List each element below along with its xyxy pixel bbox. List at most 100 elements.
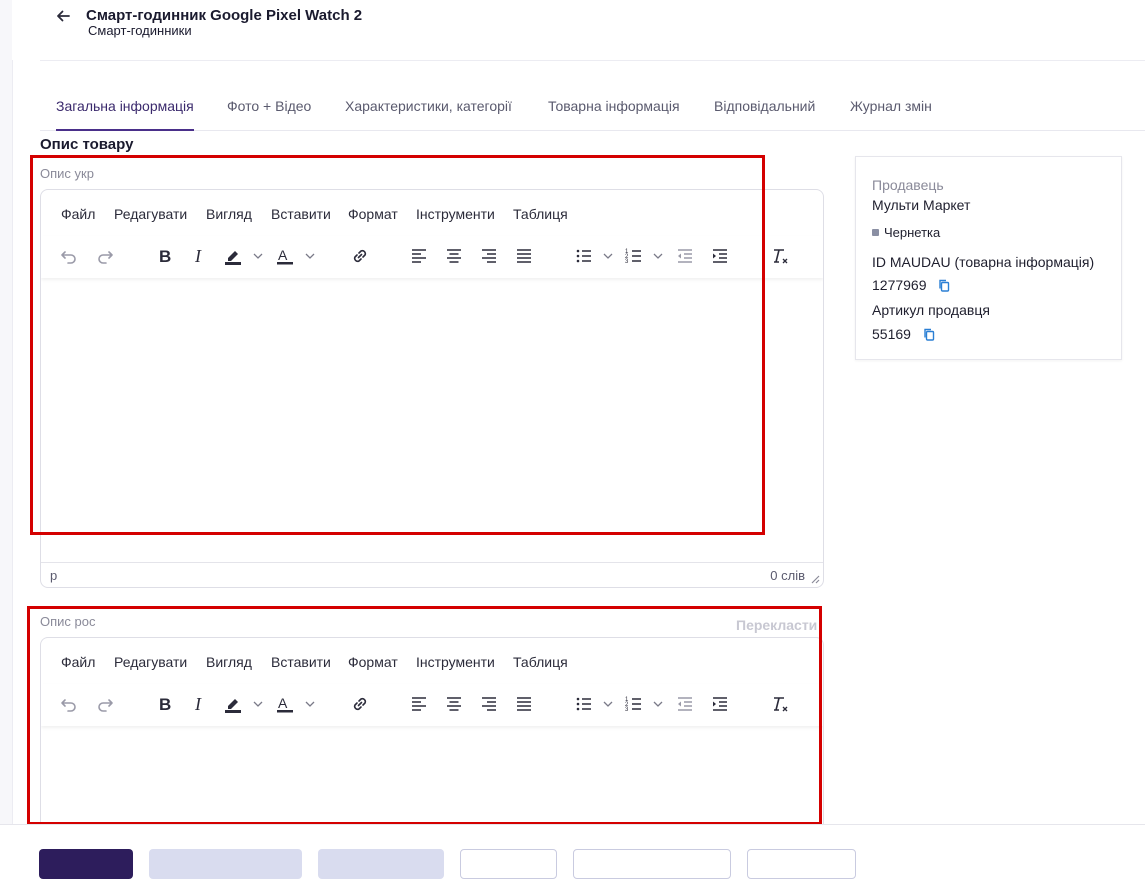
redo-button[interactable] xyxy=(91,242,119,270)
translate-button[interactable]: Перекласти xyxy=(736,617,817,633)
indent-icon xyxy=(713,249,727,263)
sku-value: 55169 xyxy=(872,326,911,342)
align-justify-button[interactable] xyxy=(510,690,538,718)
back-button[interactable] xyxy=(53,6,73,26)
highlight-color-button[interactable] xyxy=(219,690,247,718)
footer-outline-button-3[interactable] xyxy=(747,849,856,879)
maudau-id-label: ID MAUDAU (товарна інформація) xyxy=(872,254,1095,270)
indent-button[interactable] xyxy=(706,242,734,270)
menu-file[interactable]: Файл xyxy=(61,654,95,670)
align-center-button[interactable] xyxy=(440,690,468,718)
align-left-button[interactable] xyxy=(405,690,433,718)
align-right-button[interactable] xyxy=(475,690,503,718)
footer-secondary-button[interactable] xyxy=(149,849,302,879)
italic-icon: I xyxy=(194,246,202,266)
maudau-id-row: 1277969 xyxy=(872,277,950,293)
resize-handle-icon[interactable] xyxy=(810,574,820,584)
svg-text:A: A xyxy=(278,695,288,711)
numbered-list-button[interactable]: 123 xyxy=(620,242,648,270)
link-button[interactable] xyxy=(346,242,374,270)
tab-characteristics[interactable]: Характеристики, категорії xyxy=(345,98,512,129)
menu-insert[interactable]: Вставити xyxy=(271,654,331,670)
redo-button[interactable] xyxy=(91,690,119,718)
highlight-color-button[interactable] xyxy=(219,242,247,270)
menu-view[interactable]: Вигляд xyxy=(206,654,252,670)
highlight-color-dropdown-icon[interactable] xyxy=(251,690,265,718)
menu-tools[interactable]: Інструменти xyxy=(416,654,495,670)
description-editor-ukr[interactable]: Файл Редагувати Вигляд Вставити Формат І… xyxy=(40,189,824,588)
align-justify-button[interactable] xyxy=(510,242,538,270)
copy-icon[interactable] xyxy=(923,328,935,341)
tab-product-info[interactable]: Товарна інформація xyxy=(548,98,680,129)
editor-toolbar: B I A 123 xyxy=(41,236,823,278)
editor-menubar: Файл Редагувати Вигляд Вставити Формат І… xyxy=(41,190,823,236)
undo-button[interactable] xyxy=(55,242,83,270)
bold-button[interactable]: B xyxy=(151,242,179,270)
bullet-list-button[interactable] xyxy=(570,690,598,718)
menu-view[interactable]: Вигляд xyxy=(206,206,252,222)
link-button[interactable] xyxy=(346,690,374,718)
tab-photo-video[interactable]: Фото + Відео xyxy=(227,98,311,129)
outdent-button[interactable] xyxy=(671,690,699,718)
menu-format[interactable]: Формат xyxy=(348,654,398,670)
editor-content-area[interactable] xyxy=(41,728,823,828)
menu-table[interactable]: Таблиця xyxy=(513,654,568,670)
bullet-list-icon xyxy=(576,697,591,711)
menu-file[interactable]: Файл xyxy=(61,206,95,222)
bullet-list-icon xyxy=(576,249,591,263)
tab-responsible[interactable]: Відповідальний xyxy=(714,98,815,129)
menu-insert[interactable]: Вставити xyxy=(271,206,331,222)
svg-text:B: B xyxy=(159,695,171,714)
text-color-dropdown-icon[interactable] xyxy=(303,242,317,270)
element-path[interactable]: p xyxy=(50,568,57,583)
tab-change-log[interactable]: Журнал змін xyxy=(850,98,932,129)
menu-edit[interactable]: Редагувати xyxy=(114,654,187,670)
italic-button[interactable]: I xyxy=(185,690,213,718)
numbered-list-dropdown-icon[interactable] xyxy=(651,690,665,718)
menu-table[interactable]: Таблиця xyxy=(513,206,568,222)
indent-button[interactable] xyxy=(706,690,734,718)
menu-tools[interactable]: Інструменти xyxy=(416,206,495,222)
italic-icon: I xyxy=(194,694,202,714)
bullet-list-dropdown-icon[interactable] xyxy=(601,690,615,718)
numbered-list-icon: 123 xyxy=(625,249,641,265)
editor-content-area[interactable] xyxy=(41,280,823,562)
clear-format-button[interactable] xyxy=(766,690,794,718)
numbered-list-icon: 123 xyxy=(625,697,641,713)
description-editor-ros[interactable]: Файл Редагувати Вигляд Вставити Формат І… xyxy=(40,637,824,828)
numbered-list-dropdown-icon[interactable] xyxy=(651,242,665,270)
word-count[interactable]: 0 слів xyxy=(770,568,805,583)
text-color-button[interactable]: A xyxy=(271,242,299,270)
footer-outline-button[interactable] xyxy=(460,849,557,879)
italic-button[interactable]: I xyxy=(185,242,213,270)
footer-outline-button-2[interactable] xyxy=(573,849,731,879)
section-title: Опис товару xyxy=(40,136,134,153)
tab-general-info[interactable]: Загальна інформація xyxy=(56,98,194,131)
bullet-list-button[interactable] xyxy=(570,242,598,270)
align-left-icon xyxy=(412,697,426,711)
menu-edit[interactable]: Редагувати xyxy=(114,206,187,222)
highlight-color-dropdown-icon[interactable] xyxy=(251,242,265,270)
bold-button[interactable]: B xyxy=(151,690,179,718)
align-right-icon xyxy=(482,249,496,263)
clear-format-button[interactable] xyxy=(766,242,794,270)
undo-button[interactable] xyxy=(55,690,83,718)
sku-row: 55169 xyxy=(872,326,935,342)
align-center-button[interactable] xyxy=(440,242,468,270)
footer-secondary-button-2[interactable] xyxy=(318,849,444,879)
numbered-list-button[interactable]: 123 xyxy=(620,690,648,718)
highlight-color-icon xyxy=(225,251,241,265)
arrow-left-icon xyxy=(57,10,70,22)
bullet-list-dropdown-icon[interactable] xyxy=(601,242,615,270)
editor-statusbar: p 0 слів xyxy=(41,562,823,587)
text-color-button[interactable]: A xyxy=(271,690,299,718)
footer-primary-button[interactable] xyxy=(39,849,133,879)
outdent-button[interactable] xyxy=(671,242,699,270)
copy-icon[interactable] xyxy=(938,279,950,292)
text-color-dropdown-icon[interactable] xyxy=(303,690,317,718)
menu-format[interactable]: Формат xyxy=(348,206,398,222)
link-icon xyxy=(353,697,367,711)
seller-value: Мульти Маркет xyxy=(872,197,971,213)
align-left-button[interactable] xyxy=(405,242,433,270)
align-right-button[interactable] xyxy=(475,242,503,270)
